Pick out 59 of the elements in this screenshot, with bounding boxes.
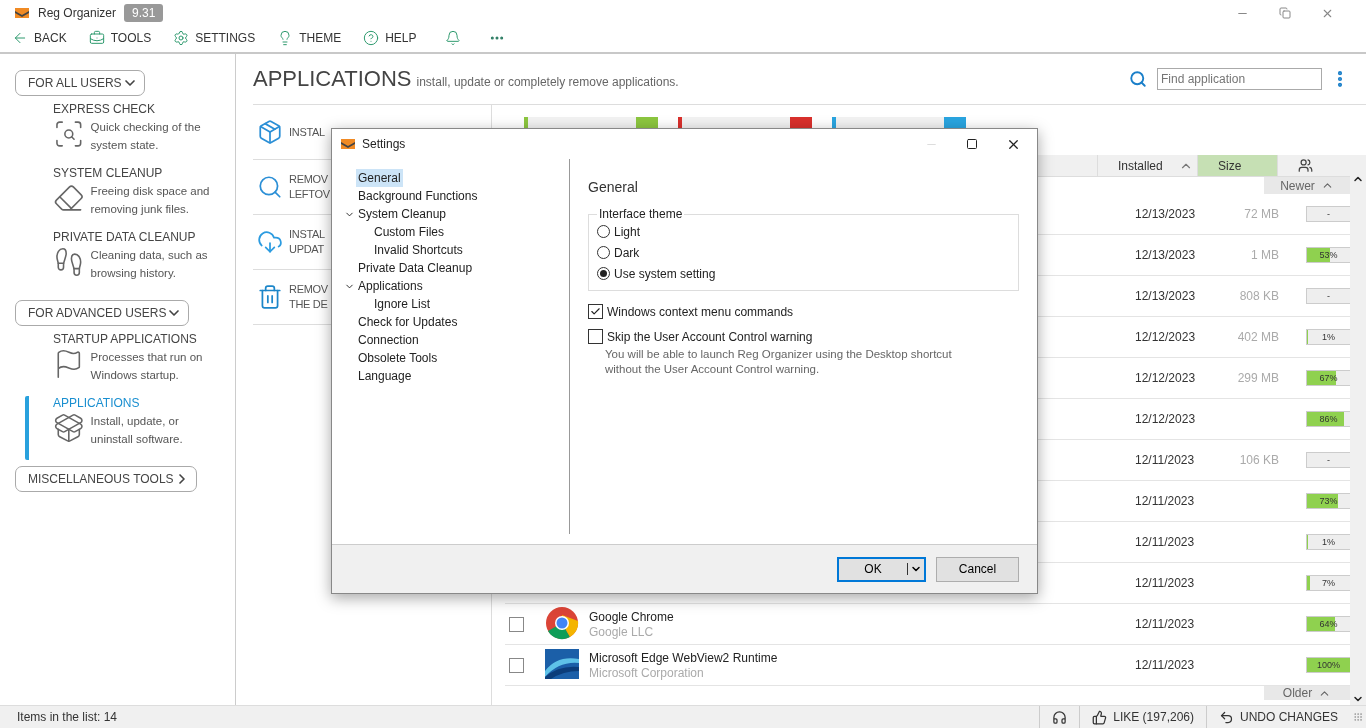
install-date: 12/12/2023 [1134,330,1197,344]
sidebar-item-title: EXPRESS CHECK [53,102,157,116]
install-date: 12/12/2023 [1134,412,1197,426]
install-date: 12/13/2023 [1134,248,1197,262]
action-label: INSTAL [289,124,325,140]
sidebar-item-title: SYSTEM CLEANUP [53,166,164,180]
install-date: 12/11/2023 [1134,494,1196,508]
app-publisher: Microsoft Corporation [589,665,705,680]
version-label: 9.31 [124,4,164,22]
install-date: 12/11/2023 [1134,453,1196,467]
checkbox-label: Skip the User Account Control warning [607,329,813,344]
app-size: 299 MB [1236,371,1280,385]
option-note: You will be able to launch Reg Organizer using the Desktop shortcut without the User Account Control warning. [605,347,953,377]
newer-meter: - [1306,206,1351,222]
newer-meter: 100% [1306,657,1351,673]
install-date: 12/13/2023 [1134,289,1197,303]
group-label: Interface theme [598,207,684,221]
page-subtitle: install, update or completely remove applications. [416,75,679,89]
app-title: Reg Organizer [38,6,117,20]
install-date: 12/13/2023 [1134,207,1197,221]
sidebar-item-description: Install, update, or uninstall software. [90,414,184,447]
newer-meter: - [1306,452,1351,468]
newer-meter: - [1306,288,1351,304]
app-name: Google Chrome [589,609,675,624]
page-title: APPLICATIONS [253,66,412,92]
sidebar-item-description: Quick checking of the system state. [90,120,202,153]
install-date: 12/12/2023 [1134,371,1197,385]
newer-meter: 1% [1306,534,1351,550]
items-count: Items in the list: 14 [17,710,118,724]
sidebar-item-description: Processes that run on Windows startup. [90,350,204,383]
checkbox-label: Windows context menu commands [607,304,794,319]
app-size: 402 MB [1236,330,1280,344]
action-label: REMOV THE DE [289,282,328,312]
newer-meter: 73% [1306,493,1351,509]
app-publisher: Google LLC [589,624,655,639]
install-date: 12/11/2023 [1134,576,1196,590]
radio-label: Light [614,224,641,239]
app-size: 72 MB [1243,207,1280,221]
sidebar-item-title: APPLICATIONS [53,396,141,410]
radio-label: Use system setting [614,266,716,281]
install-date: 12/11/2023 [1134,617,1196,631]
panel-heading: General [588,179,639,195]
sidebar-item-title: PRIVATE DATA CLEANUP [53,230,197,244]
radio-label: Dark [614,245,640,260]
sidebar-item-description: Freeing disk space and removing junk files. [90,184,211,217]
sidebar-item-title: STARTUP APPLICATIONS [53,332,198,346]
install-date: 12/11/2023 [1134,658,1196,672]
app-size: 808 KB [1238,289,1280,303]
sidebar-item-description: Cleaning data, such as browsing history. [90,248,209,281]
dialog-title: Settings [362,137,406,151]
newer-meter: 86% [1306,411,1351,427]
app-size: 1 MB [1250,248,1280,262]
action-label: REMOV LEFTOV [289,172,330,202]
newer-meter: 1% [1306,329,1351,345]
app-name: Microsoft Edge WebView2 Runtime [589,650,779,665]
app-size: 106 KB [1238,453,1280,467]
install-date: 12/11/2023 [1134,535,1196,549]
action-label: INSTAL UPDAT [289,227,325,257]
newer-meter: 7% [1306,575,1351,591]
